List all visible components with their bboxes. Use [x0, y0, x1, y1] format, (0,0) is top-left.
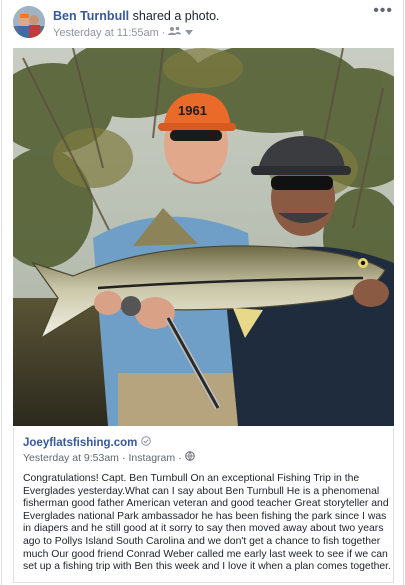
- shared-caption: Congratulations! Capt. Ben Turnbull On a…: [23, 473, 391, 573]
- shared-post-box: Joeyflatsfishing.com Yesterday at 9:53am…: [13, 428, 394, 583]
- globe-icon: [184, 451, 195, 464]
- shared-source: Joeyflatsfishing.com: [23, 436, 152, 449]
- post-header: Ben Turnbull shared a photo.: [53, 9, 220, 23]
- post-card: Ben Turnbull shared a photo. Yesterday a…: [1, 0, 404, 585]
- shared-via[interactable]: Instagram: [128, 452, 175, 464]
- hat-text: 1961: [178, 103, 207, 118]
- post-timestamp[interactable]: Yesterday at 11:55am: [53, 27, 159, 39]
- meta-separator: ·: [121, 451, 126, 464]
- meta-separator: ·: [178, 451, 182, 464]
- source-name[interactable]: Joeyflatsfishing.com: [23, 437, 137, 449]
- author-name[interactable]: Ben Turnbull: [53, 9, 129, 23]
- friends-icon[interactable]: [168, 26, 182, 39]
- shared-timestamp[interactable]: Yesterday at 9:53am: [23, 452, 119, 464]
- chevron-down-icon[interactable]: [185, 27, 194, 39]
- post-action: shared a photo.: [132, 9, 220, 23]
- post-meta: Yesterday at 11:55am ·: [53, 26, 194, 39]
- shared-meta: Yesterday at 9:53am · Instagram ·: [23, 451, 195, 464]
- verified-check-icon: [141, 436, 152, 449]
- author-avatar[interactable]: [13, 6, 45, 38]
- shared-photo[interactable]: 1961: [13, 48, 394, 426]
- more-options-button[interactable]: •••: [373, 2, 393, 20]
- meta-separator: ·: [161, 26, 166, 39]
